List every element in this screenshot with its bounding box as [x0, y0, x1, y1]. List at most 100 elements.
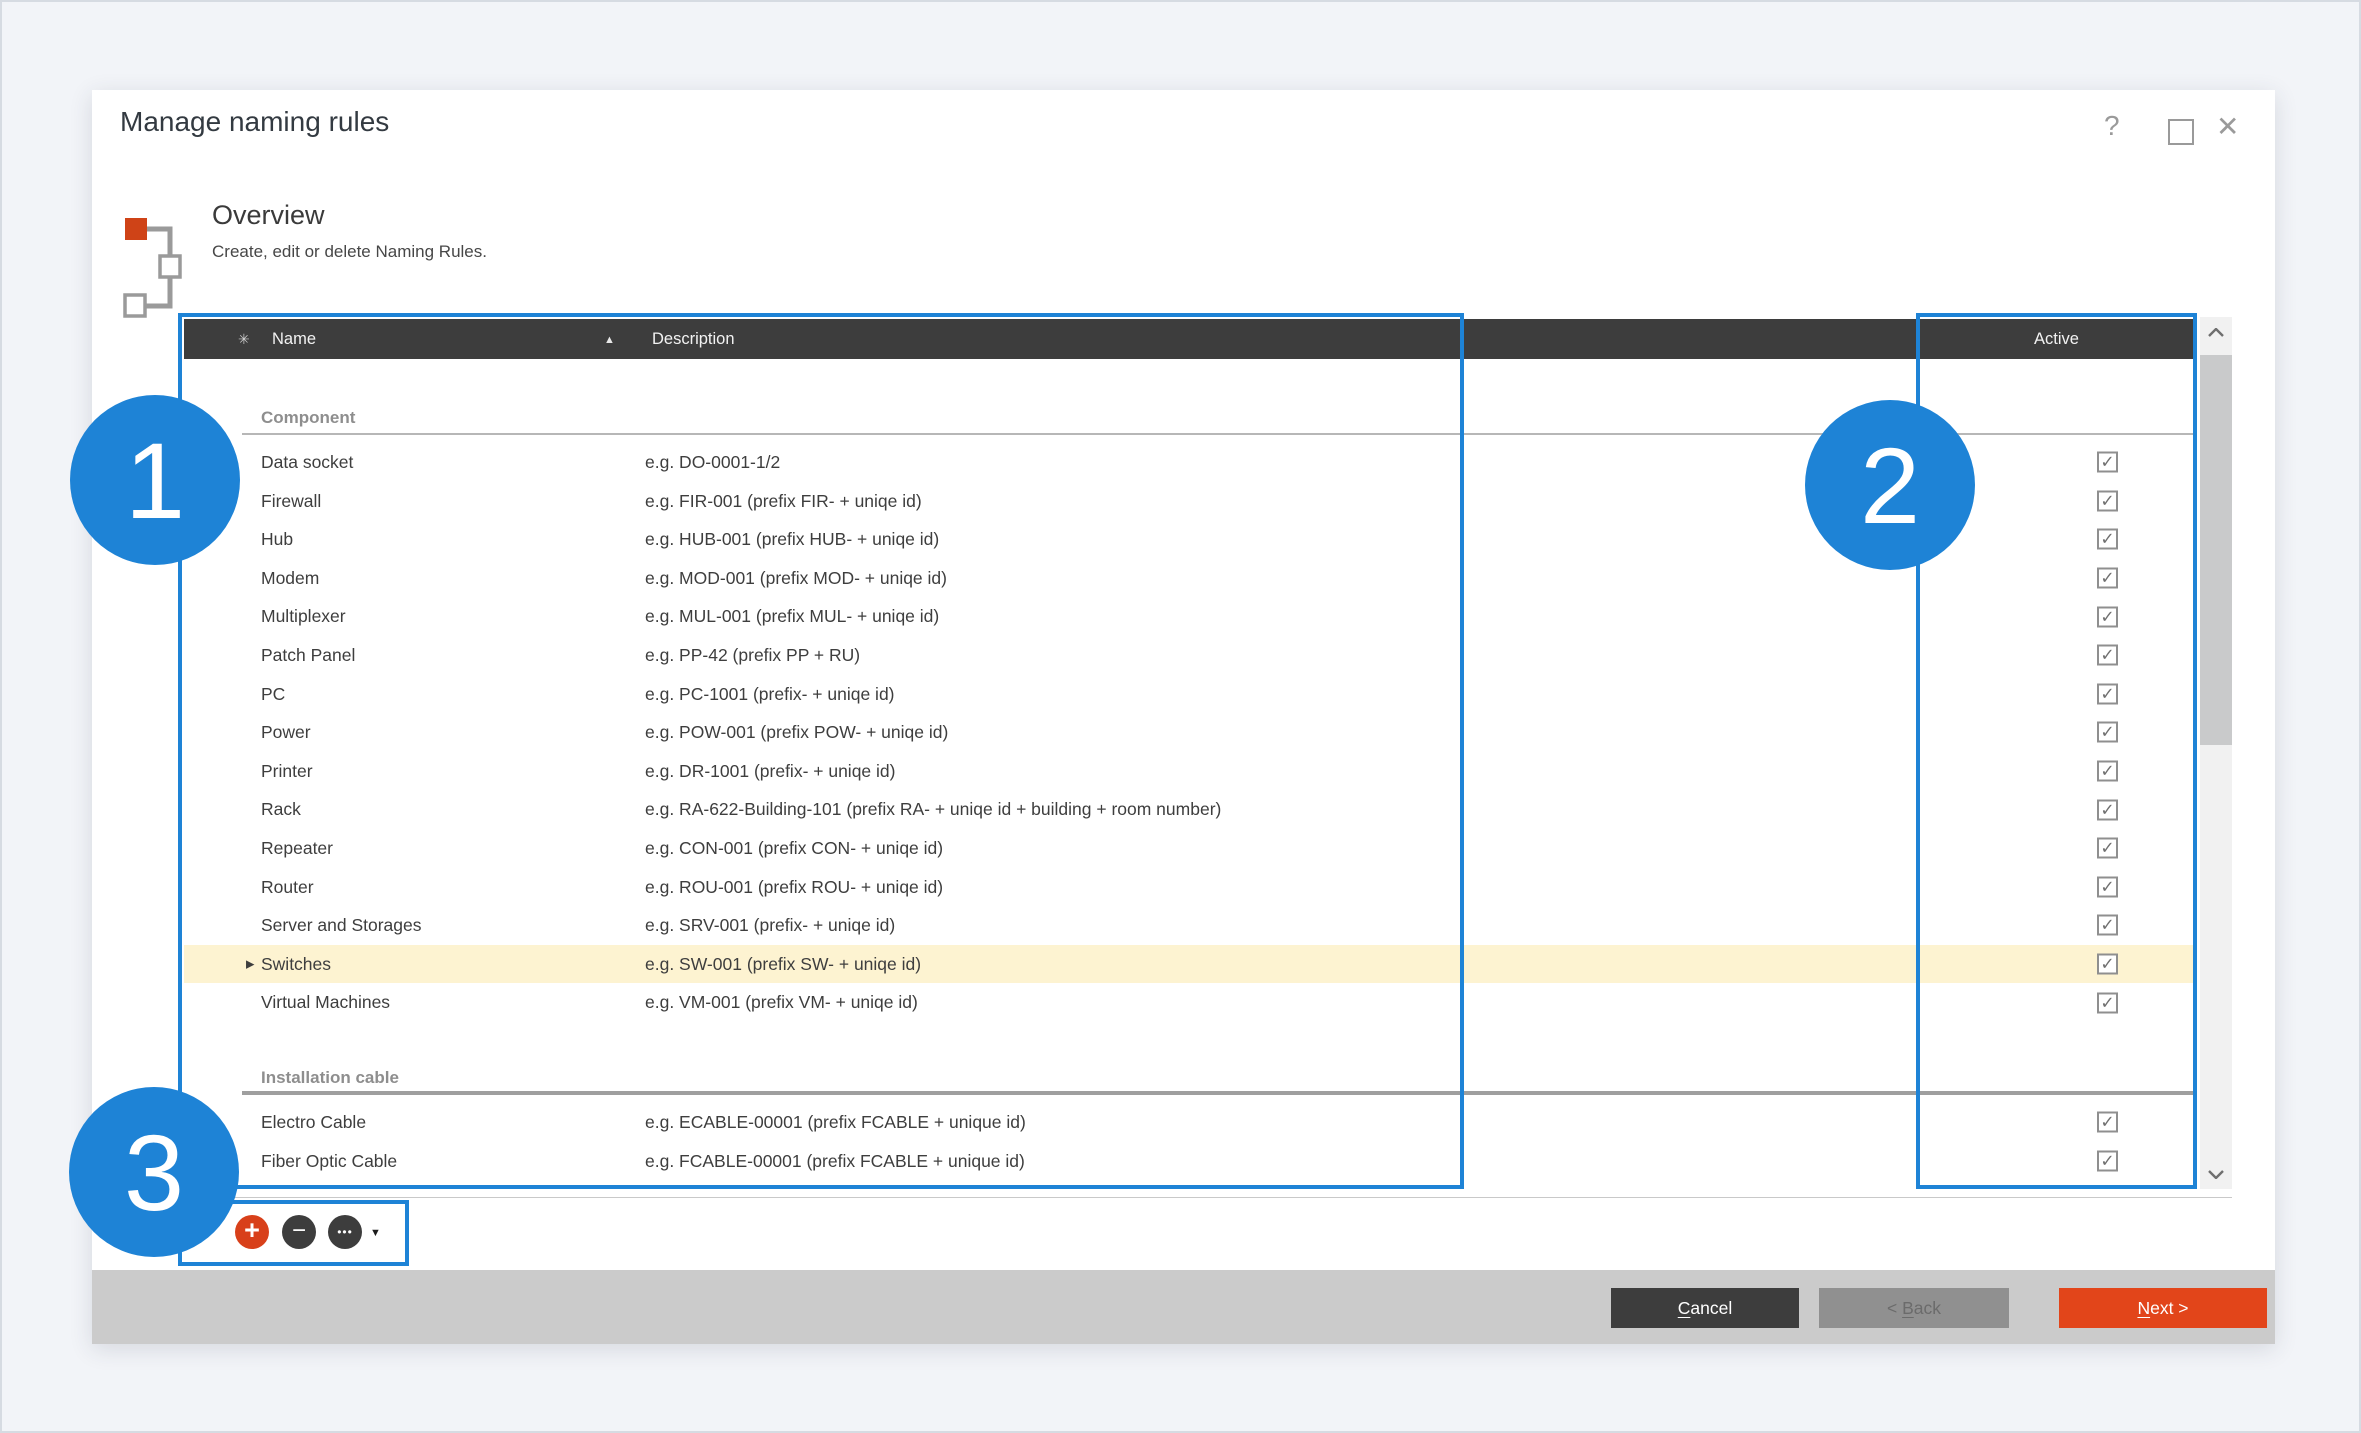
active-checkbox[interactable]: ✓	[2097, 452, 2118, 473]
rule-description: e.g. VM-001 (prefix VM- + uniqe id)	[645, 983, 918, 1022]
checkmark-icon: ✓	[2100, 840, 2114, 857]
rule-name: Patch Panel	[261, 636, 355, 675]
rule-description: e.g. DO-0001-1/2	[645, 443, 780, 482]
active-checkbox[interactable]: ✓	[2097, 683, 2118, 704]
rule-description: e.g. ECABLE-00001 (prefix FCABLE + uniqu…	[645, 1103, 1026, 1142]
rule-description: e.g. HUB-001 (prefix HUB- + uniqe id)	[645, 520, 939, 559]
back-button: < Back	[1819, 1288, 2009, 1328]
rule-description: e.g. CON-001 (prefix CON- + uniqe id)	[645, 829, 943, 868]
more-actions-dropdown-icon[interactable]: ▼	[370, 1227, 381, 1239]
group-label: Component	[242, 405, 2195, 431]
group-label: Installation cable	[242, 1065, 2195, 1091]
close-icon[interactable]: ✕	[2216, 110, 2239, 143]
selected-row-marker-icon: ▶	[246, 958, 254, 971]
active-checkbox[interactable]: ✓	[2097, 838, 2118, 859]
checkmark-icon: ✓	[2100, 608, 2114, 625]
table-row[interactable]: Fiber Optic Cable e.g. FCABLE-00001 (pre…	[184, 1142, 2195, 1181]
rule-description: e.g. ROU-001 (prefix ROU- + uniqe id)	[645, 868, 943, 907]
active-checkbox[interactable]: ✓	[2097, 645, 2118, 666]
checkmark-icon: ✓	[2100, 570, 2114, 587]
table-row[interactable]: Repeater e.g. CON-001 (prefix CON- + uni…	[184, 829, 2195, 868]
wizard-steps-icon	[122, 214, 184, 324]
add-button[interactable]: +	[235, 1215, 269, 1249]
table-row[interactable]: Patch Panel e.g. PP-42 (prefix PP + RU) …	[184, 636, 2195, 675]
active-checkbox[interactable]: ✓	[2097, 799, 2118, 820]
table-row[interactable]: Multiplexer e.g. MUL-001 (prefix MUL- + …	[184, 597, 2195, 636]
rule-description: e.g. PP-42 (prefix PP + RU)	[645, 636, 860, 675]
active-checkbox[interactable]: ✓	[2097, 606, 2118, 627]
active-checkbox[interactable]: ✓	[2097, 568, 2118, 589]
rule-name: Data socket	[261, 443, 353, 482]
rule-description: e.g. SW-001 (prefix SW- + uniqe id)	[645, 945, 921, 984]
table-row[interactable]: Virtual Machines e.g. VM-001 (prefix VM-…	[184, 983, 2195, 1022]
rule-description: e.g. PC-1001 (prefix- + uniqe id)	[645, 675, 895, 714]
active-checkbox[interactable]: ✓	[2097, 722, 2118, 743]
next-button[interactable]: Next >	[2059, 1288, 2267, 1328]
active-checkbox[interactable]: ✓	[2097, 915, 2118, 936]
rule-name: Switches	[261, 945, 331, 984]
active-checkbox[interactable]: ✓	[2097, 490, 2118, 511]
checkmark-icon: ✓	[2100, 801, 2114, 818]
table-row[interactable]: PC e.g. PC-1001 (prefix- + uniqe id) ✓	[184, 675, 2195, 714]
rule-name: Printer	[261, 752, 313, 791]
checkmark-icon: ✓	[2100, 454, 2114, 471]
dialog-title: Manage naming rules	[120, 106, 389, 138]
more-actions-button[interactable]: •••	[328, 1215, 362, 1249]
naming-rules-table: Component Data socket e.g. DO-0001-1/2 ✓…	[184, 359, 2195, 1180]
column-header-description[interactable]: Description	[652, 319, 735, 359]
table-row[interactable]: Modem e.g. MOD-001 (prefix MOD- + uniqe …	[184, 559, 2195, 598]
table-row[interactable]: Electro Cable e.g. ECABLE-00001 (prefix …	[184, 1103, 2195, 1142]
scroll-up-icon[interactable]	[2200, 317, 2232, 347]
table-row[interactable]: ▶ Switches e.g. SW-001 (prefix SW- + uni…	[184, 945, 2195, 984]
rule-name: Hub	[261, 520, 293, 559]
active-checkbox[interactable]: ✓	[2097, 992, 2118, 1013]
scrollbar-thumb[interactable]	[2200, 355, 2232, 745]
table-row[interactable]: Power e.g. POW-001 (prefix POW- + uniqe …	[184, 713, 2195, 752]
checkmark-icon: ✓	[2100, 917, 2114, 934]
rule-description: e.g. SRV-001 (prefix- + uniqe id)	[645, 906, 895, 945]
rule-name: PC	[261, 675, 285, 714]
help-icon[interactable]: ?	[2104, 110, 2120, 142]
vertical-scrollbar[interactable]	[2200, 317, 2232, 1189]
rule-description: e.g. DR-1001 (prefix- + uniqe id)	[645, 752, 895, 791]
active-checkbox[interactable]: ✓	[2097, 529, 2118, 550]
table-row[interactable]: Rack e.g. RA-622-Building-101 (prefix RA…	[184, 790, 2195, 829]
rule-name: Virtual Machines	[261, 983, 390, 1022]
column-options-icon[interactable]: ✳	[238, 319, 250, 359]
checkmark-icon: ✓	[2100, 724, 2114, 741]
column-header-active[interactable]: Active	[1918, 319, 2195, 359]
rule-name: Modem	[261, 559, 319, 598]
page-background: { "window": { "title": "Manage naming ru…	[0, 0, 2361, 1433]
table-row[interactable]: Printer e.g. DR-1001 (prefix- + uniqe id…	[184, 752, 2195, 791]
rule-description: e.g. FCABLE-00001 (prefix FCABLE + uniqu…	[645, 1142, 1025, 1181]
maximize-icon[interactable]	[2168, 119, 2194, 145]
active-checkbox[interactable]: ✓	[2097, 761, 2118, 782]
cancel-button[interactable]: Cancel	[1611, 1288, 1799, 1328]
scroll-down-icon[interactable]	[2200, 1159, 2232, 1189]
checkmark-icon: ✓	[2100, 994, 2114, 1011]
rule-name: Power	[261, 713, 311, 752]
table-row[interactable]: Hub e.g. HUB-001 (prefix HUB- + uniqe id…	[184, 520, 2195, 559]
table-row[interactable]: Firewall e.g. FIR-001 (prefix FIR- + uni…	[184, 482, 2195, 521]
active-checkbox[interactable]: ✓	[2097, 1150, 2118, 1171]
rule-description: e.g. MOD-001 (prefix MOD- + uniqe id)	[645, 559, 947, 598]
table-row[interactable]: Server and Storages e.g. SRV-001 (prefix…	[184, 906, 2195, 945]
rule-name: Fiber Optic Cable	[261, 1142, 397, 1181]
table-row[interactable]: Data socket e.g. DO-0001-1/2 ✓	[184, 443, 2195, 482]
column-header-name[interactable]: Name	[272, 319, 316, 359]
active-checkbox[interactable]: ✓	[2097, 954, 2118, 975]
rule-name: Rack	[261, 790, 301, 829]
active-checkbox[interactable]: ✓	[2097, 1112, 2118, 1133]
checkmark-icon: ✓	[2100, 531, 2114, 548]
checkmark-icon: ✓	[2100, 763, 2114, 780]
checkmark-icon: ✓	[2100, 1152, 2114, 1169]
rule-name: Repeater	[261, 829, 333, 868]
group-header: Component	[242, 405, 2195, 435]
rule-description: e.g. RA-622-Building-101 (prefix RA- + u…	[645, 790, 1221, 829]
table-row[interactable]: Router e.g. ROU-001 (prefix ROU- + uniqe…	[184, 868, 2195, 907]
checkmark-icon: ✓	[2100, 956, 2114, 973]
group-header: Installation cable	[242, 1065, 2195, 1095]
rule-name: Firewall	[261, 482, 321, 521]
remove-button[interactable]: −	[282, 1215, 316, 1249]
active-checkbox[interactable]: ✓	[2097, 876, 2118, 897]
